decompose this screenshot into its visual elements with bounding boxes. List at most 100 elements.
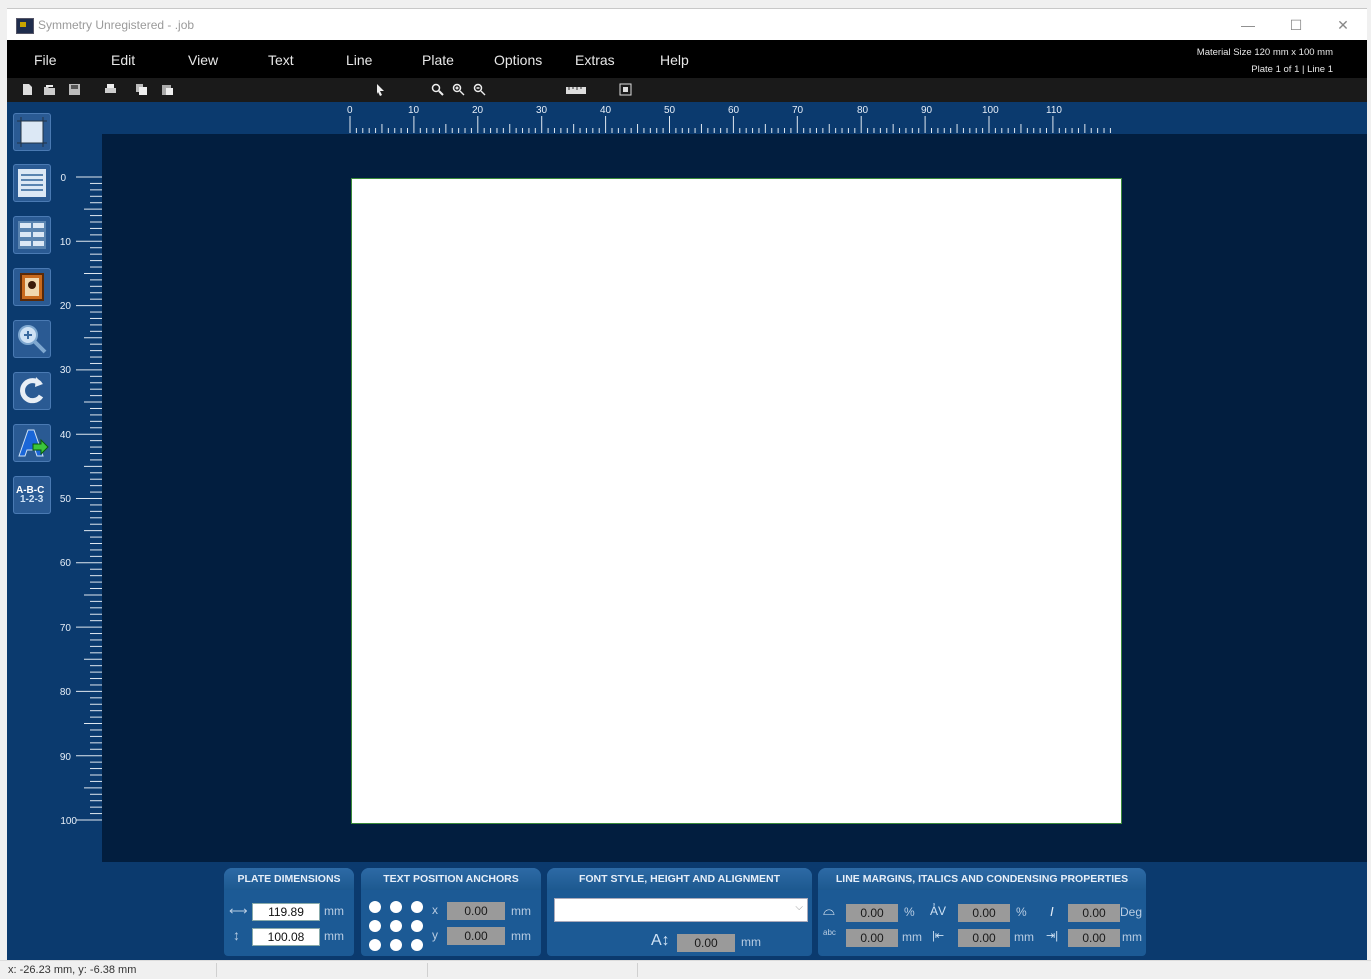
minimize-button[interactable]: — <box>1225 9 1271 41</box>
arc-icon: ⌓ <box>823 902 835 919</box>
text-height-icon: A↕ <box>651 932 670 949</box>
status-bar: x: -26.23 mm, y: -6.38 mm <box>0 960 1371 979</box>
hruler-label: 30 <box>536 105 548 116</box>
anchor-top-right[interactable] <box>411 901 423 913</box>
menu-extras[interactable]: Extras <box>575 52 615 68</box>
rotate-tool[interactable] <box>13 372 51 410</box>
anchor-bottom-center[interactable] <box>390 939 402 951</box>
hruler-label: 80 <box>857 105 869 116</box>
font-style-title: FONT STYLE, HEIGHT AND ALIGNMENT <box>547 868 812 890</box>
anchor-middle-right[interactable] <box>411 920 423 932</box>
material-size-text: Material Size 120 mm x 100 mm <box>1196 47 1333 58</box>
font-style-panel: FONT STYLE, HEIGHT AND ALIGNMENT ⌵ A↕ 0.… <box>547 868 812 956</box>
image-tool[interactable] <box>13 268 51 306</box>
lines-tool[interactable] <box>13 164 51 202</box>
plate-height-input[interactable]: 100.08 <box>252 928 320 946</box>
grid-layout-tool[interactable] <box>13 216 51 254</box>
job-status-info: Material Size 120 mm x 100 mm Plate 1 of… <box>1197 44 1333 78</box>
image-icon <box>20 273 44 301</box>
arc-input[interactable]: 0.00 <box>846 904 898 922</box>
app-icon <box>16 18 34 34</box>
menu-line[interactable]: Line <box>346 52 372 68</box>
anchor-middle-left[interactable] <box>369 920 381 932</box>
grid-layout-icon <box>18 221 46 249</box>
text-anchors-title: TEXT POSITION ANCHORS <box>361 868 541 890</box>
text-add-icon <box>18 429 49 457</box>
hruler-label: 90 <box>921 105 933 116</box>
menu-bar: File Edit View Text Line Plate Options E… <box>7 40 1367 78</box>
vruler-label: 100 <box>60 816 77 827</box>
anchor-top-center[interactable] <box>390 901 402 913</box>
menu-file[interactable]: File <box>34 52 57 68</box>
title-bar: Symmetry Unregistered - .job — ☐ ✕ <box>7 8 1367 41</box>
font-height-unit: mm <box>741 935 761 949</box>
plate-size-tool[interactable] <box>13 113 51 151</box>
menu-text[interactable]: Text <box>268 52 294 68</box>
width-arrow-icon: ⟷ <box>229 903 248 918</box>
anchor-middle-center[interactable] <box>390 920 402 932</box>
menu-options[interactable]: Options <box>494 52 542 68</box>
zoom-in-icon[interactable] <box>452 83 465 96</box>
indent-right-input[interactable]: 0.00 <box>1068 929 1120 947</box>
menu-edit[interactable]: Edit <box>111 52 135 68</box>
anchor-y-input[interactable]: 0.00 <box>447 927 505 945</box>
anchor-bottom-right[interactable] <box>411 939 423 951</box>
indent-left-input[interactable]: 0.00 <box>958 929 1010 947</box>
vruler-label: 60 <box>60 558 72 569</box>
new-file-icon[interactable] <box>21 83 34 96</box>
arc-width-input[interactable]: 0.00 <box>846 929 898 947</box>
open-file-icon[interactable] <box>43 83 56 96</box>
maximize-button[interactable]: ☐ <box>1273 9 1319 41</box>
vertical-ruler: 0 10 20 30 40 50 60 70 80 90 100 <box>60 173 102 827</box>
vruler-label: 20 <box>60 301 72 312</box>
anchor-top-left[interactable] <box>369 901 381 913</box>
anchor-y-label: y <box>432 928 438 942</box>
indent-left-icon: |⇤ <box>932 930 945 942</box>
zoom-icon[interactable] <box>431 83 444 96</box>
zoom-tool[interactable] <box>13 320 51 358</box>
menu-plate[interactable]: Plate <box>422 52 454 68</box>
close-button[interactable]: ✕ <box>1320 9 1366 41</box>
hruler-label: 40 <box>600 105 612 116</box>
hruler-label: 10 <box>408 105 420 116</box>
copy-icon[interactable] <box>135 83 148 96</box>
ruler-icon[interactable] <box>565 84 587 96</box>
print-icon[interactable] <box>104 83 117 96</box>
menu-view[interactable]: View <box>188 52 218 68</box>
font-height-input[interactable]: 0.00 <box>677 934 735 952</box>
anchor-bottom-left[interactable] <box>369 939 381 951</box>
zoom-out-icon[interactable] <box>473 83 486 96</box>
save-icon[interactable] <box>68 83 81 96</box>
letter-spacing-icon: A̓V <box>930 904 947 918</box>
plate-size-icon <box>17 117 47 147</box>
italic-angle-input[interactable]: 0.00 <box>1068 904 1120 922</box>
hruler-label: 50 <box>664 105 676 116</box>
height-unit: mm <box>324 929 344 943</box>
sequence-icon: A-B-C 1-2-3 <box>16 485 44 505</box>
letter-spacing-input[interactable]: 0.00 <box>958 904 1010 922</box>
zoom-tool-icon <box>18 325 47 354</box>
pointer-icon[interactable] <box>374 83 387 96</box>
font-select[interactable]: ⌵ <box>554 898 808 922</box>
paste-icon[interactable] <box>161 83 174 96</box>
vruler-label: 90 <box>60 752 72 763</box>
window-title: Symmetry Unregistered - .job <box>38 18 195 32</box>
menu-help[interactable]: Help <box>660 52 689 68</box>
plate-dimensions-panel: PLATE DIMENSIONS ⟷ 119.89 mm ↕ 100.08 mm <box>224 868 354 956</box>
indent-right-icon: ⇥| <box>1046 930 1059 942</box>
hruler-label: 60 <box>728 105 740 116</box>
sequence-tool[interactable]: A-B-C 1-2-3 <box>13 476 51 514</box>
vruler-label: 10 <box>60 237 72 248</box>
anchor-x-input[interactable]: 0.00 <box>447 902 505 920</box>
italic-icon: I <box>1050 904 1054 919</box>
status-divider <box>427 963 428 977</box>
text-add-tool[interactable] <box>13 424 51 462</box>
rotate-icon <box>20 377 44 404</box>
arc-unit: % <box>904 905 915 919</box>
vruler-label: 50 <box>60 494 72 505</box>
sequence-label-numbers: 1-2-3 <box>20 494 44 505</box>
fit-icon[interactable] <box>619 83 632 96</box>
plate-width-input[interactable]: 119.89 <box>252 903 320 921</box>
plate[interactable] <box>351 178 1122 824</box>
width-unit: mm <box>324 904 344 918</box>
